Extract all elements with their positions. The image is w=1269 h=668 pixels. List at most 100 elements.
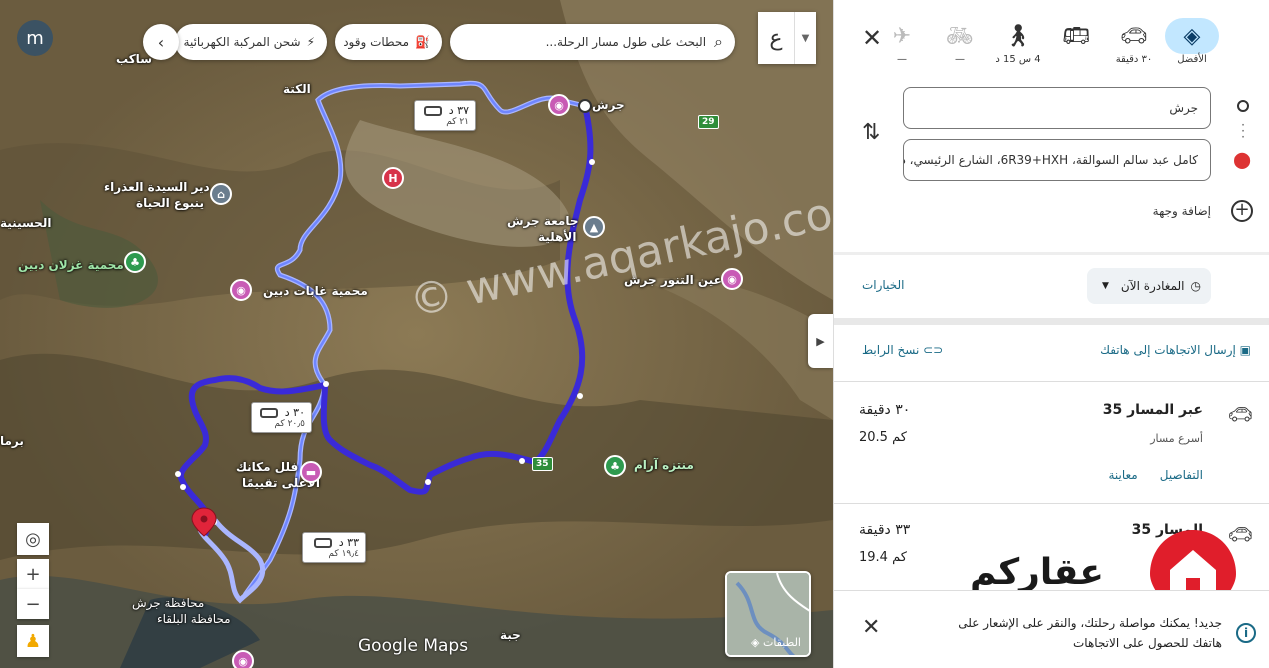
- camera-poi-icon[interactable]: ◉: [232, 650, 254, 668]
- label-sakib[interactable]: ساكب: [116, 52, 152, 66]
- fuel-stations-chip[interactable]: ⛽ محطات وقود: [335, 24, 442, 60]
- church-poi-icon[interactable]: ⌂: [210, 183, 232, 205]
- label-ayn[interactable]: عين التنور جرش: [624, 273, 722, 287]
- avatar[interactable]: m: [17, 20, 53, 56]
- label-deir[interactable]: دير السيدة العذراء: [104, 180, 210, 194]
- route-time-box[interactable]: ٣٧ د ٢١ كم: [414, 100, 476, 131]
- car-icon: 🚗︎: [1227, 402, 1253, 426]
- label-kitta[interactable]: الكتة: [283, 82, 311, 96]
- mode-best[interactable]: ◈ الأفضل: [1165, 18, 1219, 65]
- tree-poi-icon[interactable]: ♣: [604, 455, 626, 477]
- route-time-box[interactable]: ٣٠ د ٢٠٫٥ كم: [251, 402, 312, 433]
- copy-link-button[interactable]: ⊂⊃ نسخ الرابط: [862, 343, 943, 357]
- divider: [834, 318, 1269, 325]
- share-row: ▣ إرسال الاتجاهات إلى هاتفك ⊂⊃ نسخ الراب…: [862, 343, 1251, 357]
- university-poi-icon[interactable]: ▲: [583, 216, 605, 238]
- map-view[interactable]: © www.aqarkajo.com جرش الكتة دير السيدة …: [0, 0, 833, 668]
- close-directions-button[interactable]: ✕: [862, 24, 882, 52]
- minus-icon: −: [25, 593, 41, 615]
- add-destination-label[interactable]: إضافة وجهة: [1153, 204, 1211, 218]
- plus-icon: +: [25, 563, 41, 585]
- language-glyph: ع: [769, 25, 783, 51]
- location-target-icon: ◎: [25, 528, 41, 550]
- road-badge-29: 29: [698, 115, 719, 129]
- swap-icon[interactable]: ⇅: [862, 120, 880, 145]
- notification-banner: i جديد! يمكنك مواصلة رحلتك، والنقر على ا…: [834, 590, 1269, 668]
- layers-button[interactable]: ◈ الطبقات: [725, 571, 811, 657]
- depart-now-dropdown[interactable]: ◷ المغادرة الآن ▼: [1087, 268, 1211, 304]
- mode-label: —: [955, 54, 965, 65]
- hotel-poi-icon[interactable]: ▬: [300, 461, 322, 483]
- ev-charger-icon: ⚡: [306, 35, 315, 49]
- label-aram[interactable]: منتزه آرام: [634, 458, 694, 472]
- search-icon: ⌕: [714, 32, 723, 51]
- camera-poi-icon[interactable]: ◉: [230, 279, 252, 301]
- zoom-out-button[interactable]: −: [17, 589, 49, 619]
- road-badge-35: 35: [532, 457, 553, 471]
- label-husseini[interactable]: الحسينية: [0, 216, 51, 230]
- route-time-box[interactable]: ٣٣ د ١٩٫٤ كم: [302, 532, 366, 563]
- mode-label: —: [897, 54, 907, 65]
- mode-car[interactable]: 🚗︎ ٣٠ دقيقة: [1109, 18, 1159, 66]
- close-notice-button[interactable]: ✕: [862, 615, 880, 640]
- route-time: ٣٠ د: [284, 406, 305, 419]
- camera-poi-icon[interactable]: ◉: [721, 268, 743, 290]
- walk-icon: 🚶︎: [1004, 23, 1032, 49]
- layers-text: الطبقات: [762, 636, 801, 649]
- close-icon: ✕: [862, 615, 881, 640]
- hospital-poi-icon[interactable]: H: [382, 167, 404, 189]
- send-to-phone-link[interactable]: ▣ إرسال الاتجاهات إلى هاتفك: [1100, 343, 1251, 357]
- travel-modes: ◈ الأفضل 🚗︎ ٣٠ دقيقة 🚌︎ 🚶︎ 4 س 15 د 🚲︎ —…: [877, 18, 1219, 66]
- label-villa[interactable]: فلل مكانك: [236, 460, 298, 474]
- route-option[interactable]: 🚗︎ عبر المسار 35 ٣٠ دقيقة أسرع مسار 20.5…: [833, 402, 1269, 502]
- car-icon: 🚗︎: [1120, 23, 1148, 49]
- street-view-button[interactable]: ♟: [17, 625, 49, 657]
- notice-text: جديد! يمكنك مواصلة رحلتك، والنقر على الإ…: [958, 616, 1222, 650]
- mode-transit[interactable]: 🚌︎: [1051, 18, 1101, 65]
- info-icon: i: [1236, 623, 1256, 643]
- label-gov-jerash: محافظة جرش: [132, 596, 205, 610]
- divider: [834, 503, 1269, 504]
- preview-link[interactable]: معاينة: [1108, 468, 1137, 482]
- search-along-route[interactable]: ⌕ البحث على طول مسار الرحلة...: [450, 24, 735, 60]
- label-burma[interactable]: برما: [0, 434, 24, 448]
- destination-field[interactable]: كامل عبد سالم السوالقة، 6R39+HXH، الشارع…: [903, 139, 1211, 181]
- collapse-panel-button[interactable]: ▶: [808, 314, 833, 368]
- link-icon: ⊂⊃: [923, 343, 944, 357]
- origin-field[interactable]: جرش: [903, 87, 1211, 129]
- my-location-button[interactable]: ◎: [17, 523, 49, 555]
- mode-bike[interactable]: 🚲︎ —: [935, 18, 985, 66]
- ev-charging-chip[interactable]: ⚡ شحن المركبة الكهربائية: [175, 24, 327, 60]
- input-language-button[interactable]: ع ▼: [758, 12, 816, 64]
- mode-walk[interactable]: 🚶︎ 4 س 15 د: [993, 18, 1043, 66]
- plane-icon: ✈: [892, 23, 912, 49]
- tree-poi-icon[interactable]: ♣: [124, 251, 146, 273]
- label-jadara[interactable]: جامعة جرش: [507, 214, 578, 228]
- mode-flight[interactable]: ✈ —: [877, 18, 927, 66]
- route-time: ٣٣ د: [338, 536, 359, 549]
- options-link[interactable]: الخيارات: [862, 278, 904, 292]
- layers-label: ◈ الطبقات: [751, 636, 801, 649]
- copy-link-label: نسخ الرابط: [862, 343, 920, 357]
- fuel-chip-label: محطات وقود: [343, 35, 410, 49]
- divider: [834, 381, 1269, 382]
- directions-panel: ◈ الأفضل 🚗︎ ٣٠ دقيقة 🚌︎ 🚶︎ 4 س 15 د 🚲︎ —…: [833, 0, 1269, 668]
- add-destination-icon[interactable]: +: [1231, 200, 1253, 222]
- phone-send-icon: ▣: [1239, 343, 1251, 357]
- route-distance: 20.5 كم: [859, 430, 907, 445]
- label-ghazlan[interactable]: محمية غزلان دبين: [18, 258, 124, 272]
- zoom-in-button[interactable]: +: [17, 559, 49, 589]
- label-dibeen[interactable]: محمية غابات دبين: [263, 284, 368, 298]
- camera-poi-icon[interactable]: ◉: [548, 94, 570, 116]
- details-link[interactable]: التفاصيل: [1160, 468, 1203, 482]
- chips-scroll-button[interactable]: ›: [143, 24, 179, 60]
- route-distance: ١٩٫٤ كم: [328, 549, 359, 559]
- label-gov-balqa: محافظة البلقاء: [157, 612, 231, 626]
- label-jerash[interactable]: جرش: [592, 98, 625, 112]
- label-deir2[interactable]: ينبوع الحياة: [136, 196, 204, 210]
- fuel-icon: ⛽: [415, 35, 430, 49]
- label-jubeiha[interactable]: جبة: [500, 628, 521, 642]
- car-icon: [260, 408, 279, 418]
- mode-label: 4 س 15 د: [995, 54, 1041, 65]
- label-jadara2[interactable]: الأهلية: [538, 230, 576, 244]
